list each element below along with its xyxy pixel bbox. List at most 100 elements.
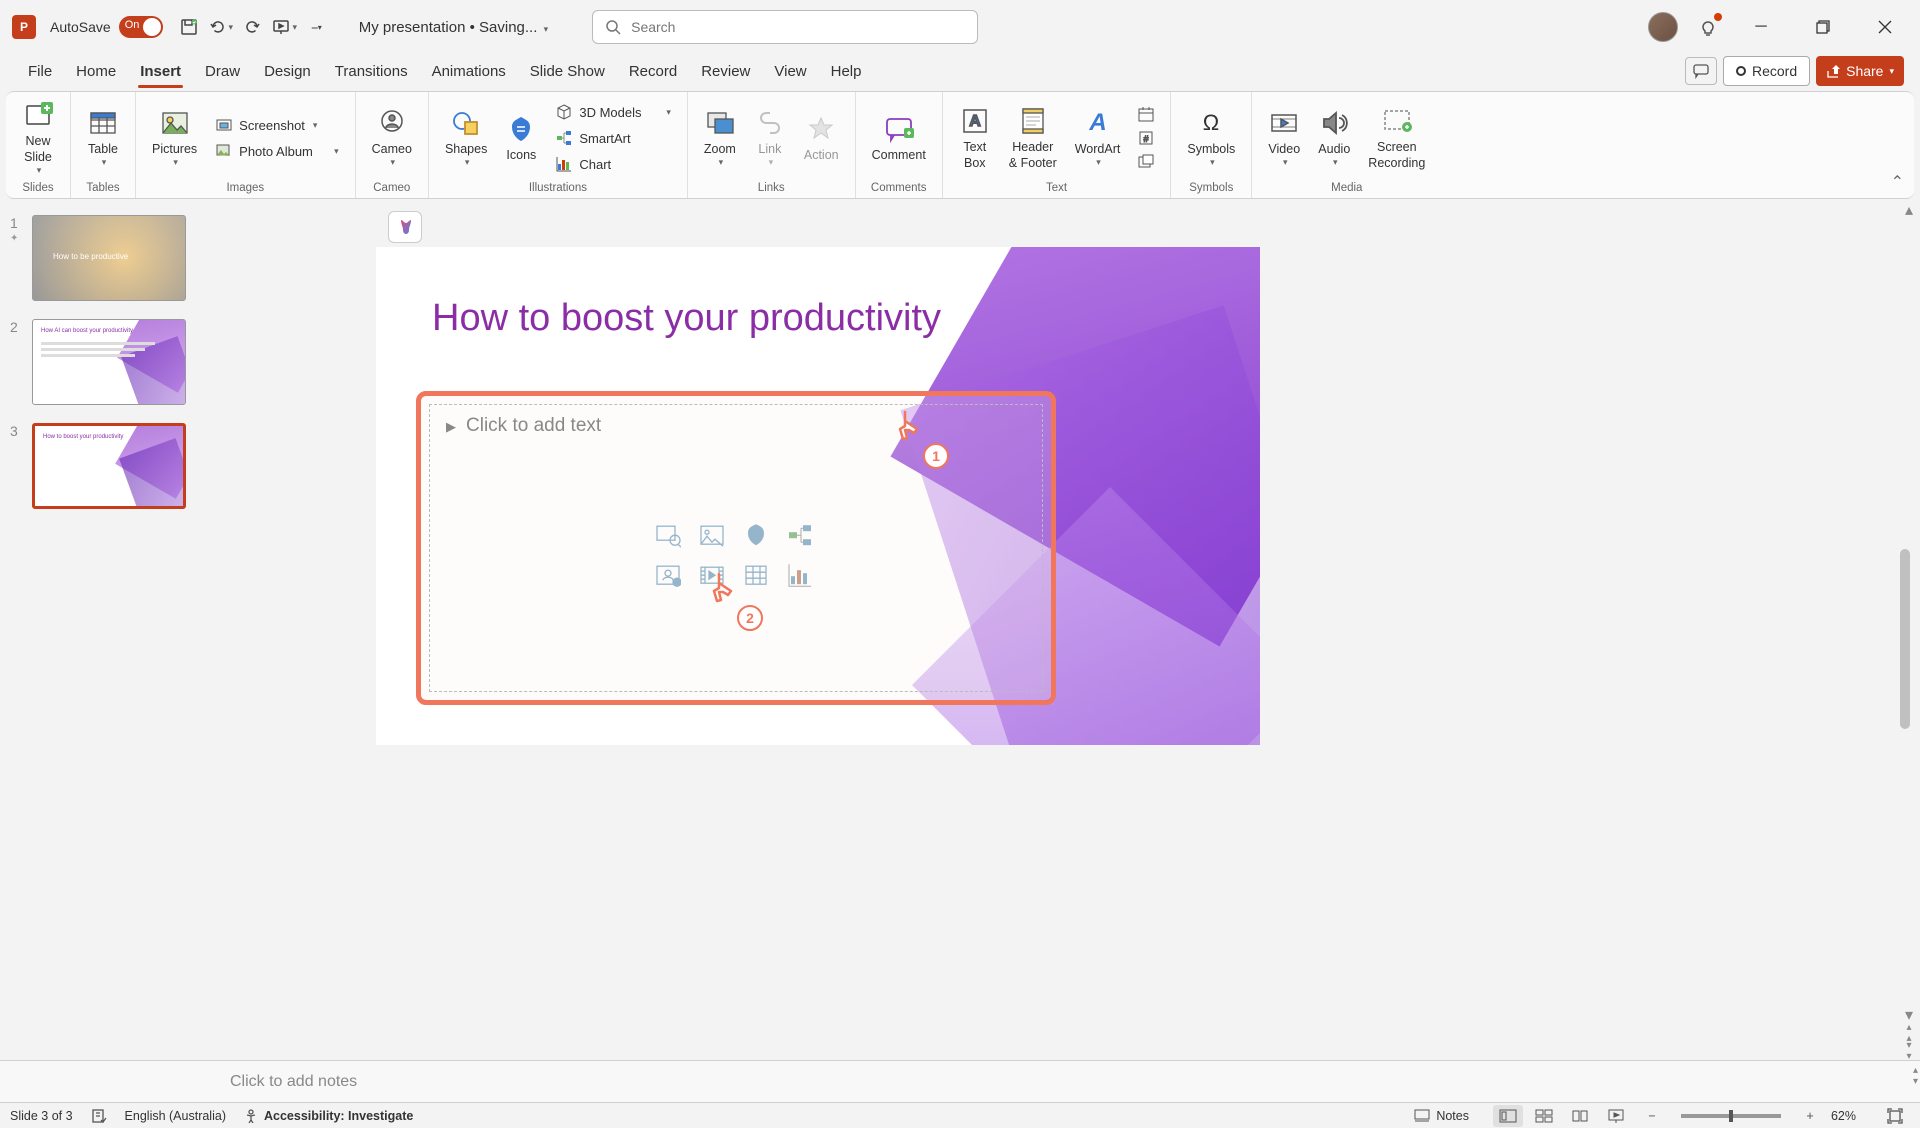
language-button[interactable]: English (Australia) bbox=[125, 1109, 226, 1123]
coming-soon-icon[interactable] bbox=[1694, 13, 1722, 41]
document-title[interactable]: My presentation • Saving... ▾ bbox=[359, 19, 548, 36]
tab-file[interactable]: File bbox=[16, 57, 64, 86]
photo-album-button[interactable]: Photo Album ▾ bbox=[209, 139, 344, 163]
tab-view[interactable]: View bbox=[762, 57, 818, 86]
scrollbar-thumb[interactable] bbox=[1900, 549, 1910, 729]
pictures-icon[interactable] bbox=[696, 519, 728, 551]
chart-button[interactable]: Chart bbox=[549, 152, 677, 176]
present-icon[interactable]: ▾ bbox=[271, 13, 299, 41]
group-label-media: Media bbox=[1331, 180, 1362, 196]
screen-recording-button[interactable]: Screen Recording bbox=[1362, 103, 1431, 174]
tab-home[interactable]: Home bbox=[64, 57, 128, 86]
tab-animations[interactable]: Animations bbox=[420, 57, 518, 86]
slide-canvas[interactable]: How to boost your productivity ▶Click to… bbox=[376, 247, 1260, 745]
tab-design[interactable]: Design bbox=[252, 57, 323, 86]
group-label-comments: Comments bbox=[871, 180, 927, 196]
share-button[interactable]: Share ▾ bbox=[1816, 56, 1904, 86]
svg-text:Ω: Ω bbox=[1203, 110, 1219, 135]
user-avatar[interactable] bbox=[1648, 12, 1678, 42]
slide-counter[interactable]: Slide 3 of 3 bbox=[10, 1109, 73, 1123]
reading-view-icon[interactable] bbox=[1565, 1105, 1595, 1127]
minimize-button[interactable]: ─ bbox=[1738, 11, 1784, 43]
slide-number-button[interactable]: # bbox=[1132, 127, 1160, 149]
title-bar: P AutoSave On ▾ ▾ ⎯▾ My presentation • S… bbox=[0, 0, 1920, 54]
close-button[interactable] bbox=[1862, 11, 1908, 43]
slideshow-view-icon[interactable] bbox=[1601, 1105, 1631, 1127]
screenshot-button[interactable]: Screenshot▾ bbox=[209, 113, 344, 137]
tab-slideshow[interactable]: Slide Show bbox=[518, 57, 617, 86]
zoom-out-button[interactable]: − bbox=[1637, 1105, 1667, 1127]
customize-qat-icon[interactable]: ⎯▾ bbox=[303, 13, 331, 41]
save-icon[interactable] bbox=[175, 13, 203, 41]
wordart-button[interactable]: A WordArt▾ bbox=[1069, 105, 1127, 171]
zoom-button[interactable]: Zoom▾ bbox=[698, 105, 742, 171]
annotation-cursor-1: 1 bbox=[887, 406, 931, 459]
redo-icon[interactable] bbox=[239, 13, 267, 41]
scroll-up-icon[interactable]: ▴ bbox=[1900, 201, 1918, 219]
slide-thumbnail-2[interactable]: How AI can boost your productivity bbox=[32, 319, 186, 405]
maximize-button[interactable] bbox=[1800, 11, 1846, 43]
link-button[interactable]: Link▾ bbox=[748, 105, 792, 171]
header-footer-button[interactable]: Header & Footer bbox=[1003, 103, 1063, 174]
audio-button[interactable]: Audio▾ bbox=[1312, 105, 1356, 171]
textbox-button[interactable]: A Text Box bbox=[953, 103, 997, 174]
stock-images-icon[interactable] bbox=[652, 519, 684, 551]
symbols-button[interactable]: Ω Symbols▾ bbox=[1181, 105, 1241, 171]
new-slide-button[interactable]: New Slide▾ bbox=[16, 97, 60, 179]
tab-insert[interactable]: Insert bbox=[128, 57, 193, 86]
notes-toggle-button[interactable]: Notes bbox=[1414, 1109, 1469, 1123]
chart-placeholder-icon[interactable] bbox=[784, 559, 816, 591]
slide-title[interactable]: How to boost your productivity bbox=[432, 297, 941, 340]
object-button[interactable] bbox=[1132, 151, 1160, 173]
group-label-cameo: Cameo bbox=[373, 180, 410, 196]
smartart-placeholder-icon[interactable] bbox=[784, 519, 816, 551]
video-button[interactable]: Video▾ bbox=[1262, 105, 1306, 171]
pictures-button[interactable]: Pictures▾ bbox=[146, 105, 203, 171]
tab-transitions[interactable]: Transitions bbox=[323, 57, 420, 86]
shapes-button[interactable]: Shapes▾ bbox=[439, 105, 493, 171]
smartart-button[interactable]: SmartArt bbox=[549, 126, 677, 150]
bullet-icon: ▶ bbox=[446, 419, 456, 434]
slide-thumbnail-3[interactable]: How to boost your productivity bbox=[32, 423, 186, 509]
tab-review[interactable]: Review bbox=[689, 57, 762, 86]
accessibility-button[interactable]: Accessibility: Investigate bbox=[244, 1109, 413, 1123]
3d-models-button[interactable]: 3D Models ▾ bbox=[549, 100, 677, 124]
insert-icon-icon[interactable] bbox=[740, 519, 772, 551]
comments-toggle-button[interactable] bbox=[1685, 57, 1717, 85]
sorter-view-icon[interactable] bbox=[1529, 1105, 1559, 1127]
tab-draw[interactable]: Draw bbox=[193, 57, 252, 86]
notes-scroll-up-icon[interactable]: ▴ bbox=[1913, 1065, 1918, 1076]
undo-icon[interactable]: ▾ bbox=[207, 13, 235, 41]
slide-panel[interactable]: 1✦ How to be productive 2 How AI can boo… bbox=[0, 201, 216, 1060]
zoom-slider[interactable] bbox=[1681, 1114, 1781, 1118]
copilot-button[interactable] bbox=[388, 211, 422, 243]
slide-thumbnail-1[interactable]: How to be productive bbox=[32, 215, 186, 301]
content-placeholder[interactable]: ▶Click to add text 1 bbox=[416, 391, 1056, 705]
zoom-level[interactable]: 62% bbox=[1831, 1109, 1856, 1123]
normal-view-icon[interactable] bbox=[1493, 1105, 1523, 1127]
status-bar: Slide 3 of 3 English (Australia) Accessi… bbox=[0, 1102, 1920, 1128]
collapse-ribbon-icon[interactable]: ⌃ bbox=[1891, 172, 1904, 192]
next-slide-icon[interactable]: ▾▾ bbox=[1900, 1042, 1918, 1060]
cameo-placeholder-icon[interactable] bbox=[652, 559, 684, 591]
comment-button[interactable]: Comment bbox=[866, 111, 932, 165]
notes-pane[interactable]: Click to add notes ▴ ▾ bbox=[0, 1060, 1920, 1102]
autosave-toggle[interactable]: On bbox=[119, 16, 163, 38]
search-input[interactable]: Search bbox=[592, 10, 978, 44]
record-button[interactable]: Record bbox=[1723, 56, 1810, 86]
svg-text:#: # bbox=[1144, 134, 1149, 144]
action-button[interactable]: Action bbox=[798, 111, 845, 165]
zoom-in-button[interactable]: + bbox=[1795, 1105, 1825, 1127]
table-button[interactable]: Table▾ bbox=[81, 105, 125, 171]
group-label-images: Images bbox=[226, 180, 264, 196]
tab-record[interactable]: Record bbox=[617, 57, 689, 86]
spellcheck-button[interactable] bbox=[91, 1108, 107, 1124]
date-time-button[interactable] bbox=[1132, 103, 1160, 125]
tab-help[interactable]: Help bbox=[819, 57, 874, 86]
thumb-number: 1✦ bbox=[10, 215, 24, 301]
cameo-button[interactable]: Cameo▾ bbox=[366, 105, 418, 171]
notes-scroll-down-icon[interactable]: ▾ bbox=[1913, 1076, 1918, 1087]
fit-to-window-icon[interactable] bbox=[1880, 1105, 1910, 1127]
canvas-area[interactable]: How to boost your productivity ▶Click to… bbox=[216, 201, 1920, 1060]
icons-button[interactable]: Icons bbox=[499, 111, 543, 165]
